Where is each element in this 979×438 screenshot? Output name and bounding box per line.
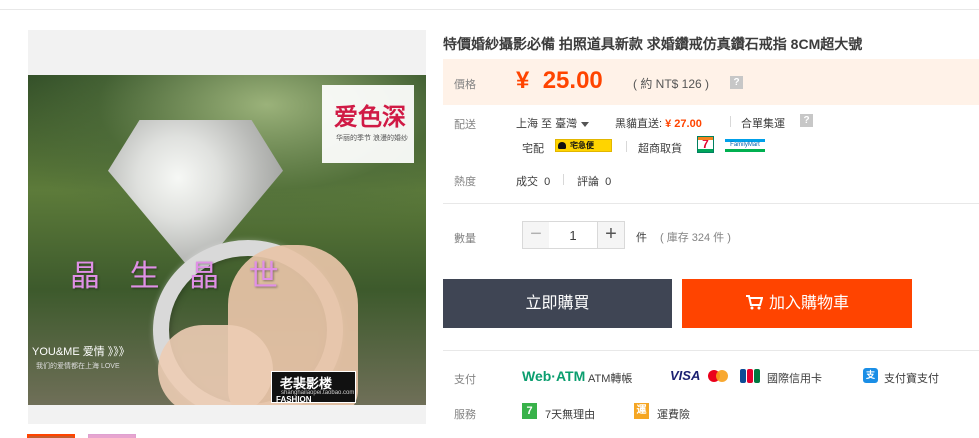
shipping-insurance-label[interactable]: 運費險	[657, 406, 690, 422]
store-pickup-label: 超商取貨	[638, 143, 682, 155]
price-amount: 25.00	[542, 67, 603, 94]
atm-transfer-label: ATM轉帳	[588, 373, 633, 385]
quantity-label: 數量	[454, 233, 476, 245]
black-cat-logo-icon: 宅急便	[555, 139, 612, 152]
studio-logo-fashion: FASHION	[276, 395, 312, 404]
shipping-direct-fee: ¥ 27.00	[665, 118, 702, 130]
quantity-unit: 件	[636, 232, 647, 244]
top-divider	[0, 9, 979, 10]
price-help-icon[interactable]: ?	[730, 76, 743, 89]
image-brand-tag: 爱色深	[334, 102, 406, 131]
service-label: 服務	[454, 409, 476, 421]
shipping-direct: 黑貓直送: ¥ 27.00	[615, 115, 702, 131]
shipping-label: 配送	[454, 119, 476, 131]
image-youme-subtext: 我们的爱情都在上海 LOVE	[36, 363, 120, 370]
shipping-consolidated: 合單集運	[741, 118, 785, 130]
buy-now-button[interactable]: 立即購買	[443, 279, 672, 328]
mastercard-logo-icon	[708, 370, 732, 382]
home-delivery-label: 宅配	[522, 143, 544, 155]
quantity-input[interactable]	[549, 221, 597, 249]
chevron-down-icon	[581, 121, 590, 127]
product-title: 特價婚紗攝影必備 拍照道具新款 求婚鑽戒仿真鑽石戒指 8CM超大號	[443, 36, 863, 52]
image-tag-subtitle: 华丽的季节 浪漫的婚纱	[336, 135, 408, 142]
shipping-insurance-icon: 運	[634, 403, 649, 419]
main-product-image[interactable]: 爱色深 华丽的季节 浪漫的婚纱 晶 生 晶 世 YOU&ME 爱情 》》》 我们…	[28, 75, 426, 405]
divider	[443, 203, 979, 204]
alipay-label: 支付寶支付	[884, 373, 939, 385]
seven-day-return-icon: 7	[522, 403, 537, 419]
divider	[563, 174, 564, 185]
jcb-logo-icon	[740, 369, 760, 383]
familymart-logo-icon: FamilyMart	[725, 139, 765, 152]
currency-symbol: ¥	[516, 67, 530, 94]
cart-icon	[745, 295, 763, 310]
visa-logo-icon: VISA	[670, 368, 701, 383]
price-panel: 價格 ¥ 25.00 ( 約 NT$ 126 ) ?	[443, 59, 979, 105]
image-youme-text: YOU&ME 爱情 》》》	[32, 346, 130, 358]
image-caption: 晶 生 晶 世	[70, 259, 289, 294]
review-count[interactable]: 評論 0	[577, 173, 611, 189]
thumbnail-1[interactable]	[27, 434, 75, 438]
seven-eleven-logo-icon: 7	[697, 136, 714, 153]
divider	[730, 116, 731, 127]
add-to-cart-label: 加入購物車	[768, 295, 849, 312]
divider	[626, 141, 627, 152]
quantity-decrease-button[interactable]: −	[522, 221, 550, 249]
popularity-label: 熱度	[454, 176, 476, 188]
seven-day-return-label[interactable]: 7天無理由	[545, 406, 595, 422]
shipping-help-icon[interactable]: ?	[800, 114, 813, 127]
price-label: 價格	[454, 79, 476, 91]
webatm-logo-icon: Web·ATM	[522, 368, 586, 384]
alipay-logo-icon: 支	[863, 368, 878, 383]
thumbnail-2[interactable]	[88, 434, 136, 438]
quantity-increase-button[interactable]: +	[597, 221, 625, 249]
price-approx-twd: ( 約 NT$ 126 )	[633, 77, 710, 91]
product-gallery: 爱色深 华丽的季节 浪漫的婚纱 晶 生 晶 世 YOU&ME 爱情 》》》 我们…	[28, 30, 426, 424]
stock-count: ( 庫存 324 件 )	[660, 232, 731, 244]
sales-count: 成交 0	[516, 176, 551, 188]
divider	[443, 350, 979, 351]
add-to-cart-button[interactable]: 加入購物車	[682, 279, 912, 328]
international-credit-card-label: 國際信用卡	[767, 373, 822, 385]
price-value: ¥ 25.00	[516, 67, 603, 95]
payment-label: 支付	[454, 374, 476, 386]
shipping-destination-select[interactable]: 上海 至 臺灣	[516, 115, 590, 131]
shipping-direct-label: 黑貓直送:	[615, 118, 663, 130]
